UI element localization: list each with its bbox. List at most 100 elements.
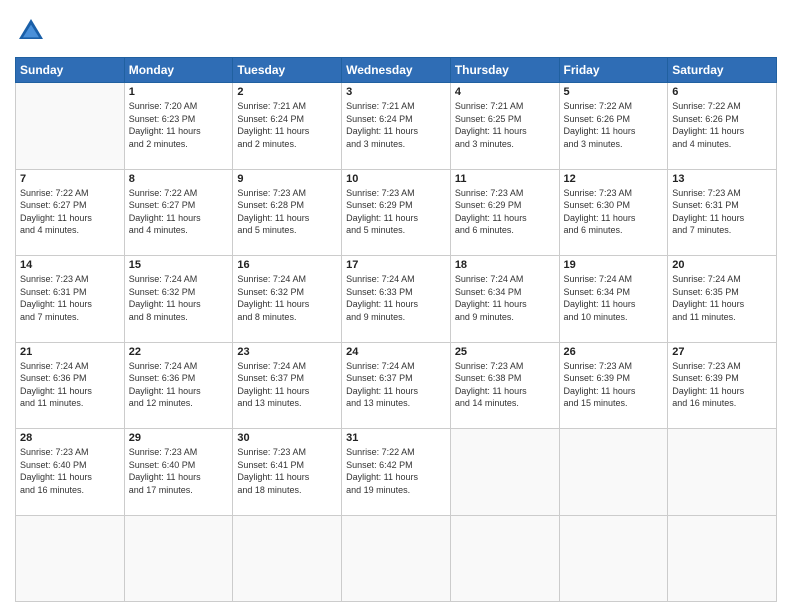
table-row [668, 429, 777, 516]
day-number: 19 [564, 259, 664, 271]
table-row [233, 515, 342, 602]
header-sunday: Sunday [16, 58, 125, 83]
day-info: Sunrise: 7:23 AM Sunset: 6:39 PM Dayligh… [672, 360, 772, 410]
table-row: 10 Sunrise: 7:23 AM Sunset: 6:29 PM Dayli… [342, 169, 451, 256]
day-number: 16 [237, 259, 337, 271]
day-info: Sunrise: 7:23 AM Sunset: 6:38 PM Dayligh… [455, 360, 555, 410]
day-number: 6 [672, 86, 772, 98]
table-row: 8 Sunrise: 7:22 AM Sunset: 6:27 PM Daylig… [124, 169, 233, 256]
table-row: 12 Sunrise: 7:23 AM Sunset: 6:30 PM Dayli… [559, 169, 668, 256]
day-number: 22 [129, 346, 229, 358]
table-row [668, 515, 777, 602]
table-row [124, 515, 233, 602]
day-number: 21 [20, 346, 120, 358]
day-number: 31 [346, 432, 446, 444]
day-info: Sunrise: 7:24 AM Sunset: 6:37 PM Dayligh… [346, 360, 446, 410]
day-info: Sunrise: 7:24 AM Sunset: 6:34 PM Dayligh… [455, 273, 555, 323]
day-number: 13 [672, 173, 772, 185]
day-number: 17 [346, 259, 446, 271]
day-number: 12 [564, 173, 664, 185]
table-row: 15Sunrise: 7:24 AM Sunset: 6:32 PM Dayli… [124, 256, 233, 343]
table-row: 9 Sunrise: 7:23 AM Sunset: 6:28 PM Daylig… [233, 169, 342, 256]
table-row [342, 515, 451, 602]
day-number: 15 [129, 259, 229, 271]
day-info: Sunrise: 7:22 AM Sunset: 6:27 PM Dayligh… [20, 187, 120, 237]
day-number: 2 [237, 86, 337, 98]
header-tuesday: Tuesday [233, 58, 342, 83]
day-info: Sunrise: 7:23 AM Sunset: 6:41 PM Dayligh… [237, 446, 337, 496]
table-row: 19Sunrise: 7:24 AM Sunset: 6:34 PM Dayli… [559, 256, 668, 343]
day-number: 10 [346, 173, 446, 185]
table-row: 22 Sunrise: 7:24 AM Sunset: 6:36 PM Dayli… [124, 342, 233, 429]
day-number: 23 [237, 346, 337, 358]
day-info: Sunrise: 7:22 AM Sunset: 6:26 PM Dayligh… [564, 100, 664, 150]
table-row: 29 Sunrise: 7:23 AM Sunset: 6:40 PM Dayli… [124, 429, 233, 516]
table-row: 27Sunrise: 7:23 AM Sunset: 6:39 PM Dayli… [668, 342, 777, 429]
header-wednesday: Wednesday [342, 58, 451, 83]
day-info: Sunrise: 7:24 AM Sunset: 6:33 PM Dayligh… [346, 273, 446, 323]
day-number: 18 [455, 259, 555, 271]
day-info: Sunrise: 7:23 AM Sunset: 6:40 PM Dayligh… [129, 446, 229, 496]
day-info: Sunrise: 7:22 AM Sunset: 6:26 PM Dayligh… [672, 100, 772, 150]
day-number: 3 [346, 86, 446, 98]
table-row [16, 515, 125, 602]
calendar-row [16, 515, 777, 602]
logo [15, 15, 51, 47]
day-number: 28 [20, 432, 120, 444]
calendar-row: 7 Sunrise: 7:22 AM Sunset: 6:27 PM Daylig… [16, 169, 777, 256]
day-info: Sunrise: 7:20 AM Sunset: 6:23 PM Dayligh… [129, 100, 229, 150]
calendar-row: 14Sunrise: 7:23 AM Sunset: 6:31 PM Dayli… [16, 256, 777, 343]
day-number: 7 [20, 173, 120, 185]
table-row: 4Sunrise: 7:21 AM Sunset: 6:25 PM Daylig… [450, 83, 559, 170]
day-info: Sunrise: 7:23 AM Sunset: 6:31 PM Dayligh… [20, 273, 120, 323]
day-info: Sunrise: 7:23 AM Sunset: 6:30 PM Dayligh… [564, 187, 664, 237]
table-row: 2 Sunrise: 7:21 AM Sunset: 6:24 PM Daylig… [233, 83, 342, 170]
day-info: Sunrise: 7:21 AM Sunset: 6:25 PM Dayligh… [455, 100, 555, 150]
day-info: Sunrise: 7:22 AM Sunset: 6:27 PM Dayligh… [129, 187, 229, 237]
header-thursday: Thursday [450, 58, 559, 83]
day-info: Sunrise: 7:23 AM Sunset: 6:40 PM Dayligh… [20, 446, 120, 496]
table-row: 14Sunrise: 7:23 AM Sunset: 6:31 PM Dayli… [16, 256, 125, 343]
table-row: 20Sunrise: 7:24 AM Sunset: 6:35 PM Dayli… [668, 256, 777, 343]
day-info: Sunrise: 7:23 AM Sunset: 6:39 PM Dayligh… [564, 360, 664, 410]
table-row: 30Sunrise: 7:23 AM Sunset: 6:41 PM Dayli… [233, 429, 342, 516]
day-number: 24 [346, 346, 446, 358]
table-row: 16 Sunrise: 7:24 AM Sunset: 6:32 PM Dayli… [233, 256, 342, 343]
day-number: 5 [564, 86, 664, 98]
day-info: Sunrise: 7:22 AM Sunset: 6:42 PM Dayligh… [346, 446, 446, 496]
day-number: 11 [455, 173, 555, 185]
day-info: Sunrise: 7:21 AM Sunset: 6:24 PM Dayligh… [346, 100, 446, 150]
table-row [450, 429, 559, 516]
calendar-row: 1 Sunrise: 7:20 AM Sunset: 6:23 PM Daylig… [16, 83, 777, 170]
header-monday: Monday [124, 58, 233, 83]
table-row: 31 Sunrise: 7:22 AM Sunset: 6:42 PM Dayli… [342, 429, 451, 516]
header-saturday: Saturday [668, 58, 777, 83]
table-row: 11Sunrise: 7:23 AM Sunset: 6:29 PM Dayli… [450, 169, 559, 256]
table-row: 17 Sunrise: 7:24 AM Sunset: 6:33 PM Dayli… [342, 256, 451, 343]
day-info: Sunrise: 7:24 AM Sunset: 6:32 PM Dayligh… [237, 273, 337, 323]
table-row: 7 Sunrise: 7:22 AM Sunset: 6:27 PM Daylig… [16, 169, 125, 256]
calendar-table: Sunday Monday Tuesday Wednesday Thursday… [15, 57, 777, 602]
day-info: Sunrise: 7:21 AM Sunset: 6:24 PM Dayligh… [237, 100, 337, 150]
table-row: 1 Sunrise: 7:20 AM Sunset: 6:23 PM Daylig… [124, 83, 233, 170]
header-friday: Friday [559, 58, 668, 83]
day-info: Sunrise: 7:23 AM Sunset: 6:28 PM Dayligh… [237, 187, 337, 237]
day-info: Sunrise: 7:24 AM Sunset: 6:36 PM Dayligh… [129, 360, 229, 410]
day-info: Sunrise: 7:23 AM Sunset: 6:29 PM Dayligh… [346, 187, 446, 237]
day-info: Sunrise: 7:23 AM Sunset: 6:31 PM Dayligh… [672, 187, 772, 237]
table-row: 23 Sunrise: 7:24 AM Sunset: 6:37 PM Dayli… [233, 342, 342, 429]
day-number: 29 [129, 432, 229, 444]
table-row: 25 Sunrise: 7:23 AM Sunset: 6:38 PM Dayli… [450, 342, 559, 429]
day-number: 26 [564, 346, 664, 358]
table-row: 6 Sunrise: 7:22 AM Sunset: 6:26 PM Daylig… [668, 83, 777, 170]
day-info: Sunrise: 7:24 AM Sunset: 6:37 PM Dayligh… [237, 360, 337, 410]
table-row: 18 Sunrise: 7:24 AM Sunset: 6:34 PM Dayli… [450, 256, 559, 343]
day-number: 25 [455, 346, 555, 358]
day-number: 1 [129, 86, 229, 98]
table-row: 3 Sunrise: 7:21 AM Sunset: 6:24 PM Daylig… [342, 83, 451, 170]
table-row [16, 83, 125, 170]
page: Sunday Monday Tuesday Wednesday Thursday… [0, 0, 792, 612]
table-row [559, 429, 668, 516]
day-number: 8 [129, 173, 229, 185]
day-number: 9 [237, 173, 337, 185]
